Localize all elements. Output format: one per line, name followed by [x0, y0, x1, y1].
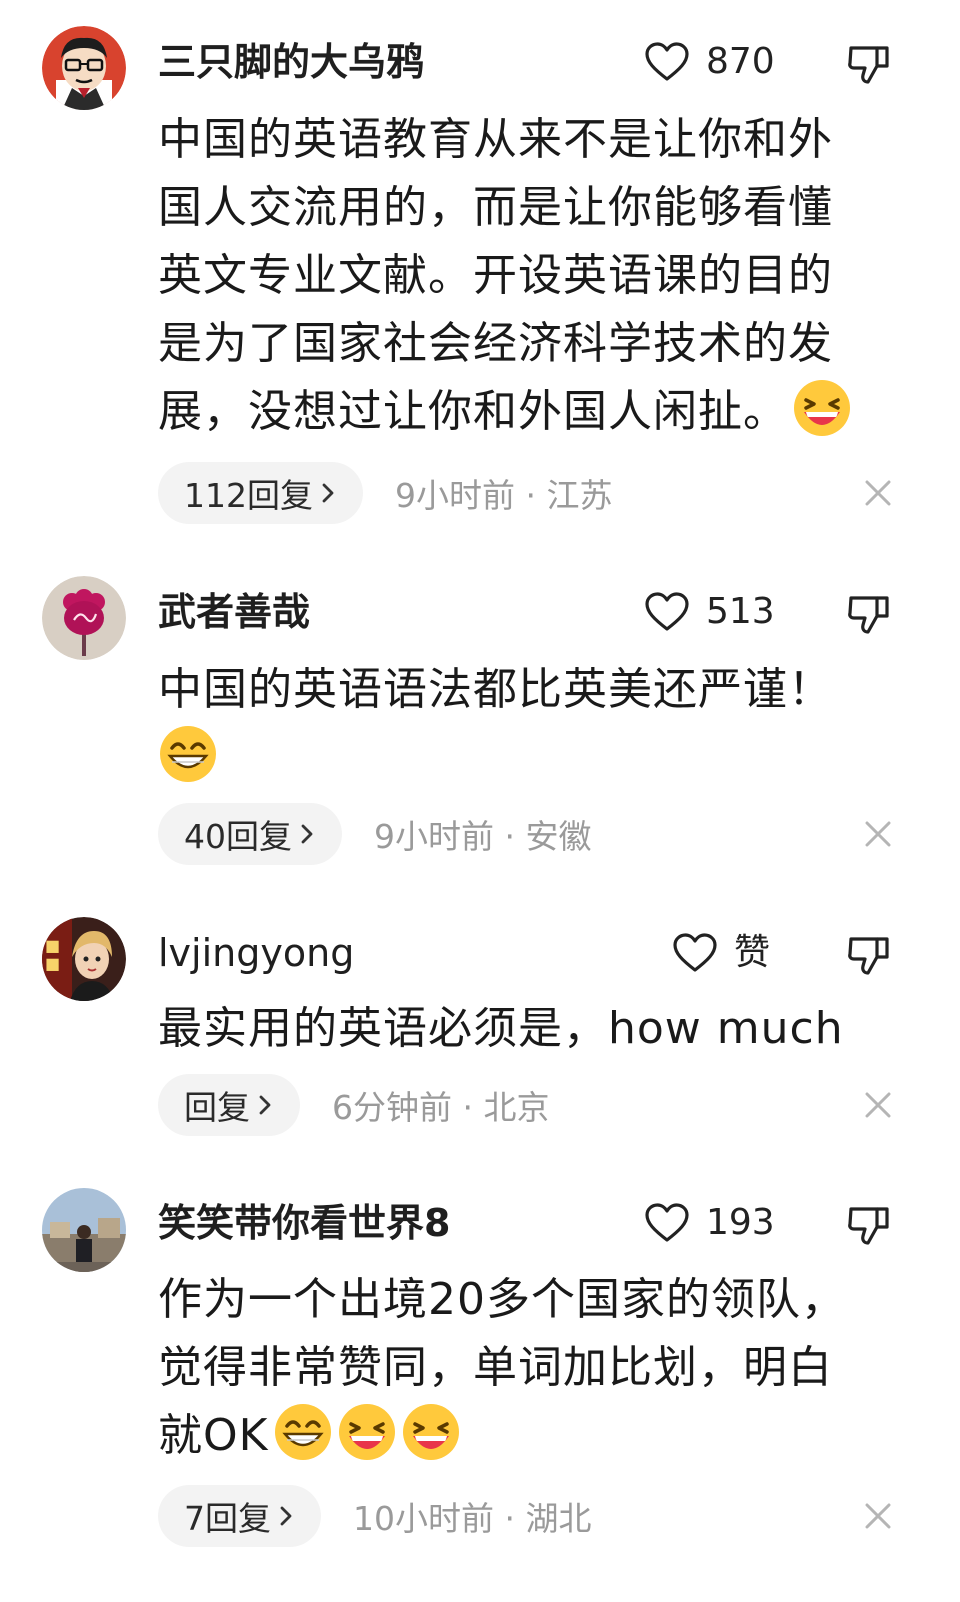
comment-text-line [158, 724, 878, 792]
comment-text-line: 中国的英语教育从来不是让你和外 [158, 114, 833, 165]
reply-button[interactable]: 40回复 [158, 803, 342, 865]
comment-text: 最实用的英语必须是，how much [158, 995, 878, 1063]
chevron-right-icon [280, 1506, 292, 1526]
comment-text: 中国的英语教育从来不是让你和外 国人交流用的，而是让你能够看懂 英文专业文献。开… [158, 106, 878, 446]
cartoon-man-glasses-avatar [42, 26, 126, 110]
timestamp-location: 10小时前 · 湖北 [353, 1499, 592, 1538]
reply-button[interactable]: 回复 [158, 1074, 300, 1136]
comment-meta: 112回复 9小时前 · 江苏 [158, 462, 612, 524]
comment-text-line: 国人交流用的，而是让你能够看懂 [158, 182, 833, 233]
like-button[interactable]: 赞 [672, 931, 770, 975]
heart-icon [673, 933, 717, 972]
reply-label: 40回复 [184, 817, 292, 856]
comment-text: 中国的英语语法都比英美还严谨！ [158, 656, 878, 792]
avatar[interactable] [42, 26, 126, 110]
dislike-icon[interactable] [846, 931, 892, 977]
like-count: 193 [706, 1202, 775, 1243]
dislike-icon[interactable] [846, 590, 892, 636]
comment-text-line: 最实用的英语必须是，how much [158, 1003, 844, 1054]
grinning-emoji-icon [273, 1402, 333, 1462]
heart-icon [645, 42, 689, 81]
comment-text-line: 觉得非常赞同，单词加比划，明白 [158, 1342, 833, 1393]
avatar[interactable]: ■ ■ [42, 917, 126, 1001]
close-icon[interactable] [862, 477, 894, 509]
avatar[interactable] [42, 576, 126, 660]
like-button[interactable]: 513 [644, 590, 775, 634]
svg-text:■: ■ [45, 936, 60, 955]
dislike-icon[interactable] [846, 40, 892, 86]
like-count: 870 [706, 41, 775, 82]
timestamp-location: 6分钟前 · 北京 [332, 1088, 550, 1127]
svg-text:■: ■ [45, 954, 60, 973]
username[interactable]: 笑笑带你看世界8 [158, 1201, 450, 1245]
magenta-flower-avatar [42, 576, 126, 660]
reply-button[interactable]: 112回复 [158, 462, 363, 524]
grinning-emoji-icon [158, 724, 218, 784]
chevron-right-icon [259, 1095, 271, 1115]
comment-meta: 7回复 10小时前 · 湖北 [158, 1485, 591, 1547]
reply-label: 回复 [184, 1088, 250, 1127]
like-label: 赞 [734, 932, 771, 973]
comment-text-line: 展，没想过让你和外国人闲扯。 [158, 378, 878, 446]
comment-text-line: 是为了国家社会经济科学技术的发 [158, 318, 833, 369]
comment-meta: 回复 6分钟前 · 北京 [158, 1074, 549, 1136]
heart-icon [645, 1203, 689, 1242]
heart-icon [645, 592, 689, 631]
laughing-emoji-icon [792, 378, 852, 438]
username[interactable]: lvjingyong [158, 931, 354, 975]
reply-button[interactable]: 7回复 [158, 1485, 321, 1547]
like-button[interactable]: 870 [644, 40, 775, 84]
laughing-emoji-icon [401, 1402, 461, 1462]
like-count: 513 [706, 591, 775, 632]
timestamp-location: 9小时前 · 江苏 [395, 476, 613, 515]
comment-meta: 40回复 9小时前 · 安徽 [158, 803, 591, 865]
game-character-avatar: ■ ■ [42, 917, 126, 1001]
dislike-icon[interactable] [846, 1201, 892, 1247]
chevron-right-icon [322, 483, 334, 503]
timestamp-location: 9小时前 · 安徽 [374, 817, 592, 856]
comment-text-fragment: 展，没想过让你和外国人闲扯。 [158, 386, 788, 437]
comment-text-fragment: 就OK [158, 1410, 269, 1461]
username[interactable]: 武者善哉 [158, 590, 310, 634]
comment-text-line: 英文专业文献。开设英语课的目的 [158, 250, 833, 301]
close-icon[interactable] [862, 1089, 894, 1121]
close-icon[interactable] [862, 818, 894, 850]
chevron-right-icon [301, 824, 313, 844]
close-icon[interactable] [862, 1500, 894, 1532]
comment-text-line: 就OK [158, 1402, 878, 1470]
username[interactable]: 三只脚的大乌鸦 [158, 40, 424, 84]
comment-text: 作为一个出境20多个国家的领队， 觉得非常赞同，单词加比划，明白 就OK [158, 1266, 878, 1470]
outdoor-photo-avatar [42, 1188, 126, 1272]
comment-text-line: 中国的英语语法都比英美还严谨！ [158, 664, 833, 715]
laughing-emoji-icon [337, 1402, 397, 1462]
comment-text-line: 作为一个出境20多个国家的领队， [158, 1274, 846, 1325]
avatar[interactable] [42, 1188, 126, 1272]
like-button[interactable]: 193 [644, 1201, 775, 1245]
reply-label: 112回复 [184, 476, 313, 515]
reply-label: 7回复 [184, 1499, 271, 1538]
